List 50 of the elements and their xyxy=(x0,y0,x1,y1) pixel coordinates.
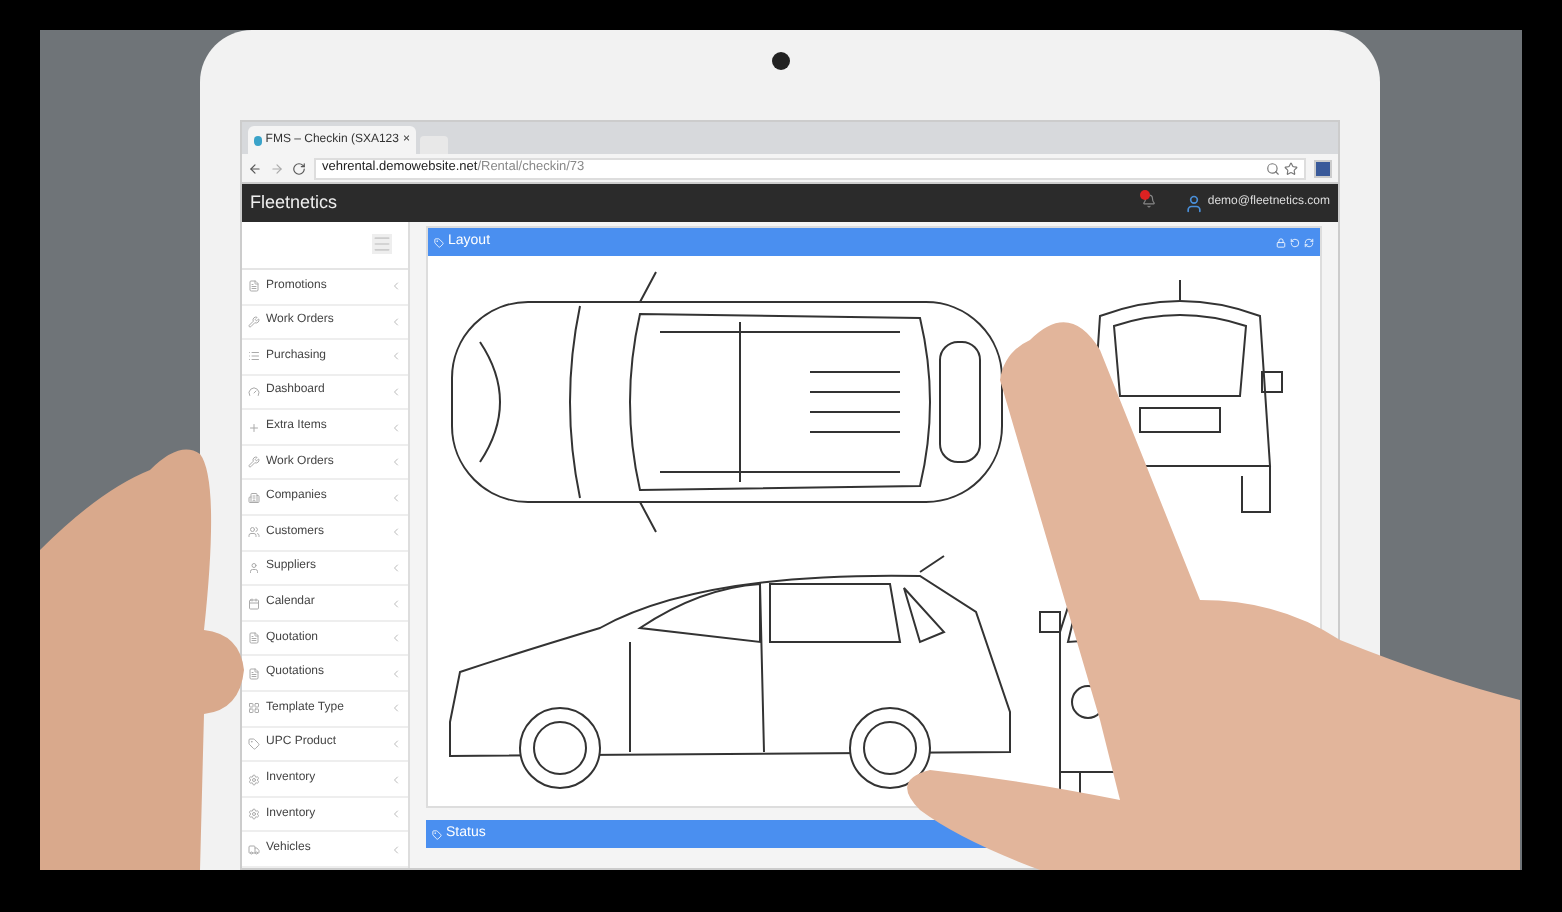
extension-icon[interactable] xyxy=(1314,159,1332,177)
menu-item-icon xyxy=(248,421,260,434)
chevron-icon xyxy=(390,632,402,645)
menu-item-icon xyxy=(248,843,260,856)
brand-name: Fleetnetics xyxy=(250,189,338,216)
refresh-icon[interactable] xyxy=(1304,237,1314,247)
menu-item-icon xyxy=(248,350,260,363)
menu-item-icon xyxy=(248,667,260,680)
menu-item-icon xyxy=(248,597,260,610)
menu-item-icon xyxy=(248,385,260,398)
camera-icon xyxy=(772,52,790,70)
reload-icon[interactable] xyxy=(292,161,306,175)
chevron-icon xyxy=(390,808,402,821)
menu-item-icon xyxy=(248,808,260,821)
tag-icon xyxy=(434,237,444,247)
menu-item-icon xyxy=(248,315,260,328)
chevron-icon xyxy=(390,491,402,504)
chevron-icon xyxy=(390,773,402,786)
menu-item-icon xyxy=(248,491,260,504)
chevron-icon xyxy=(390,561,402,574)
chevron-icon xyxy=(390,385,402,398)
notification-icon[interactable] xyxy=(1141,194,1156,212)
menu-item-icon xyxy=(248,632,260,645)
chevron-icon xyxy=(390,456,402,469)
chevron-icon xyxy=(390,702,402,715)
lock-icon[interactable] xyxy=(1276,237,1286,247)
tag-icon xyxy=(432,829,442,839)
chevron-icon xyxy=(390,597,402,610)
back-icon[interactable] xyxy=(248,161,262,175)
chevron-icon xyxy=(390,667,402,680)
menu-item-icon xyxy=(248,737,260,750)
chevron-icon xyxy=(390,526,402,539)
chevron-icon xyxy=(390,421,402,434)
star-icon[interactable] xyxy=(1284,161,1298,175)
menu-item-icon xyxy=(248,702,260,715)
user-icon[interactable] xyxy=(1183,193,1204,213)
menu-item-icon xyxy=(248,526,260,539)
chevron-icon xyxy=(390,350,402,363)
undo-icon[interactable] xyxy=(1290,237,1300,247)
chevron-icon xyxy=(390,843,402,856)
forward-icon[interactable] xyxy=(270,161,284,175)
chevron-icon xyxy=(390,315,402,328)
menu-item-icon xyxy=(248,280,260,293)
chevron-icon xyxy=(390,280,402,293)
chevron-icon xyxy=(390,737,402,750)
drop-icon xyxy=(254,135,262,145)
menu-item-icon xyxy=(248,456,260,469)
menu-item-icon xyxy=(248,773,260,786)
search-icon[interactable] xyxy=(1266,161,1280,175)
menu-item-icon xyxy=(248,561,260,574)
